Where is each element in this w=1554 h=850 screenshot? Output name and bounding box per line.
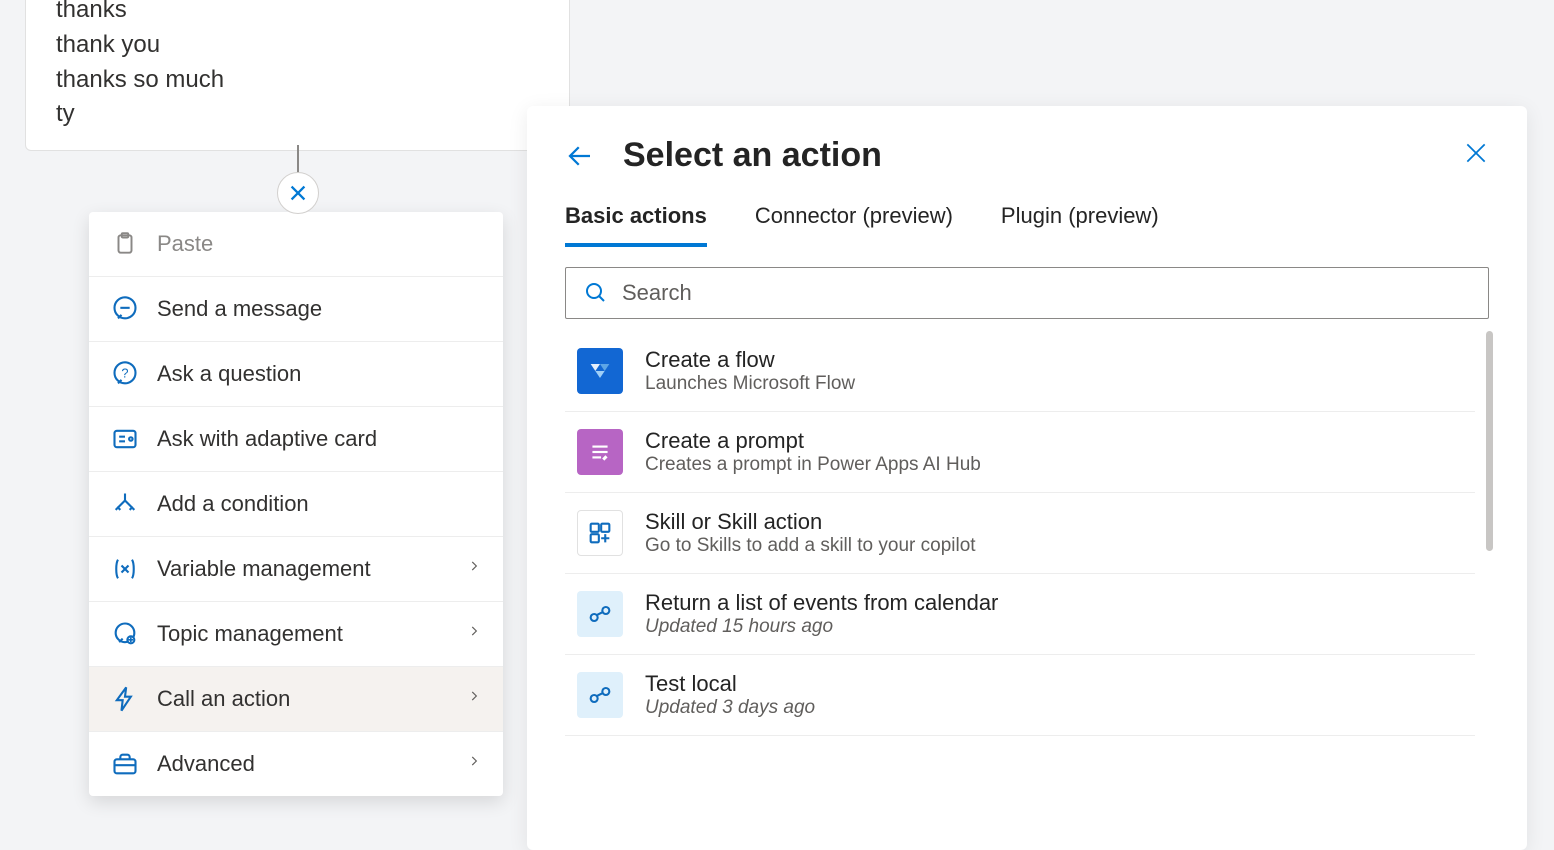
tab-basic-actions[interactable]: Basic actions xyxy=(565,203,707,247)
branch-icon xyxy=(111,490,139,518)
select-action-panel: Select an action Basic actions Connector… xyxy=(527,106,1527,850)
panel-tabs: Basic actions Connector (preview) Plugin… xyxy=(565,203,1489,247)
chevron-right-icon xyxy=(467,750,481,778)
panel-close-button[interactable] xyxy=(1463,140,1489,171)
scrollbar-thumb[interactable] xyxy=(1486,331,1493,551)
card-icon xyxy=(111,425,139,453)
svg-text:?: ? xyxy=(121,366,128,381)
flow-icon xyxy=(577,348,623,394)
action-skill[interactable]: Skill or Skill action Go to Skills to ad… xyxy=(565,493,1475,574)
chevron-right-icon xyxy=(467,555,481,583)
menu-item-advanced[interactable]: Advanced xyxy=(89,731,503,796)
variable-icon xyxy=(111,555,139,583)
action-title: Test local xyxy=(645,671,815,697)
search-icon xyxy=(584,281,608,305)
action-subtitle: Updated 15 hours ago xyxy=(645,616,998,638)
menu-item-ask-question[interactable]: ? Ask a question xyxy=(89,341,503,406)
action-title: Return a list of events from calendar xyxy=(645,590,998,616)
menu-item-label: Paste xyxy=(157,231,213,257)
menu-item-label: Add a condition xyxy=(157,491,309,517)
menu-item-label: Topic management xyxy=(157,621,343,647)
trigger-phrases-card: thanks thank you thanks so much ty xyxy=(25,0,570,151)
menu-item-label: Advanced xyxy=(157,751,255,777)
topic-icon xyxy=(111,620,139,648)
menu-item-send-message[interactable]: Send a message xyxy=(89,276,503,341)
question-icon: ? xyxy=(111,360,139,388)
chevron-right-icon xyxy=(467,685,481,713)
panel-header: Select an action xyxy=(565,136,1489,175)
clipboard-icon xyxy=(111,230,139,258)
trigger-phrase: thanks xyxy=(56,0,539,28)
menu-item-label: Variable management xyxy=(157,556,371,582)
action-subtitle: Launches Microsoft Flow xyxy=(645,373,855,395)
action-test-local[interactable]: Test local Updated 3 days ago xyxy=(565,655,1475,736)
flyout-arrow xyxy=(501,672,503,700)
panel-title: Select an action xyxy=(623,136,882,175)
tab-plugin[interactable]: Plugin (preview) xyxy=(1001,203,1159,247)
menu-item-variable-management[interactable]: Variable management xyxy=(89,536,503,601)
back-button[interactable] xyxy=(565,141,595,171)
action-subtitle: Creates a prompt in Power Apps AI Hub xyxy=(645,454,981,476)
skill-icon xyxy=(577,510,623,556)
node-context-menu: Paste Send a message ? Ask a question As… xyxy=(89,212,503,796)
cloud-flow-icon xyxy=(577,672,623,718)
action-list: Create a flow Launches Microsoft Flow Cr… xyxy=(565,331,1489,736)
prompt-icon xyxy=(577,429,623,475)
action-subtitle: Updated 3 days ago xyxy=(645,697,815,719)
action-title: Create a prompt xyxy=(645,428,981,454)
menu-item-adaptive-card[interactable]: Ask with adaptive card xyxy=(89,406,503,471)
menu-item-topic-management[interactable]: Topic management xyxy=(89,601,503,666)
menu-item-label: Ask with adaptive card xyxy=(157,426,377,452)
menu-item-call-action[interactable]: Call an action xyxy=(89,666,503,731)
search-box[interactable] xyxy=(565,267,1489,319)
arrow-left-icon xyxy=(565,141,595,171)
tab-connector[interactable]: Connector (preview) xyxy=(755,203,953,247)
menu-item-label: Call an action xyxy=(157,686,290,712)
action-calendar-events[interactable]: Return a list of events from calendar Up… xyxy=(565,574,1475,655)
menu-item-paste[interactable]: Paste xyxy=(89,212,503,276)
menu-item-add-condition[interactable]: Add a condition xyxy=(89,471,503,536)
lightning-icon xyxy=(111,685,139,713)
menu-item-label: Ask a question xyxy=(157,361,301,387)
close-icon xyxy=(287,182,309,204)
action-title: Create a flow xyxy=(645,347,855,373)
trigger-phrase: thank you xyxy=(56,28,539,63)
chevron-right-icon xyxy=(467,620,481,648)
cloud-flow-icon xyxy=(577,591,623,637)
search-input[interactable] xyxy=(622,280,1470,306)
action-create-prompt[interactable]: Create a prompt Creates a prompt in Powe… xyxy=(565,412,1475,493)
action-subtitle: Go to Skills to add a skill to your copi… xyxy=(645,535,976,557)
trigger-phrase: thanks so much xyxy=(56,63,539,98)
close-icon xyxy=(1463,140,1489,166)
toolbox-icon xyxy=(111,750,139,778)
menu-item-label: Send a message xyxy=(157,296,322,322)
action-title: Skill or Skill action xyxy=(645,509,976,535)
action-create-flow[interactable]: Create a flow Launches Microsoft Flow xyxy=(565,331,1475,412)
close-node-button[interactable] xyxy=(277,172,319,214)
chat-icon xyxy=(111,295,139,323)
trigger-phrase: ty xyxy=(56,97,539,132)
